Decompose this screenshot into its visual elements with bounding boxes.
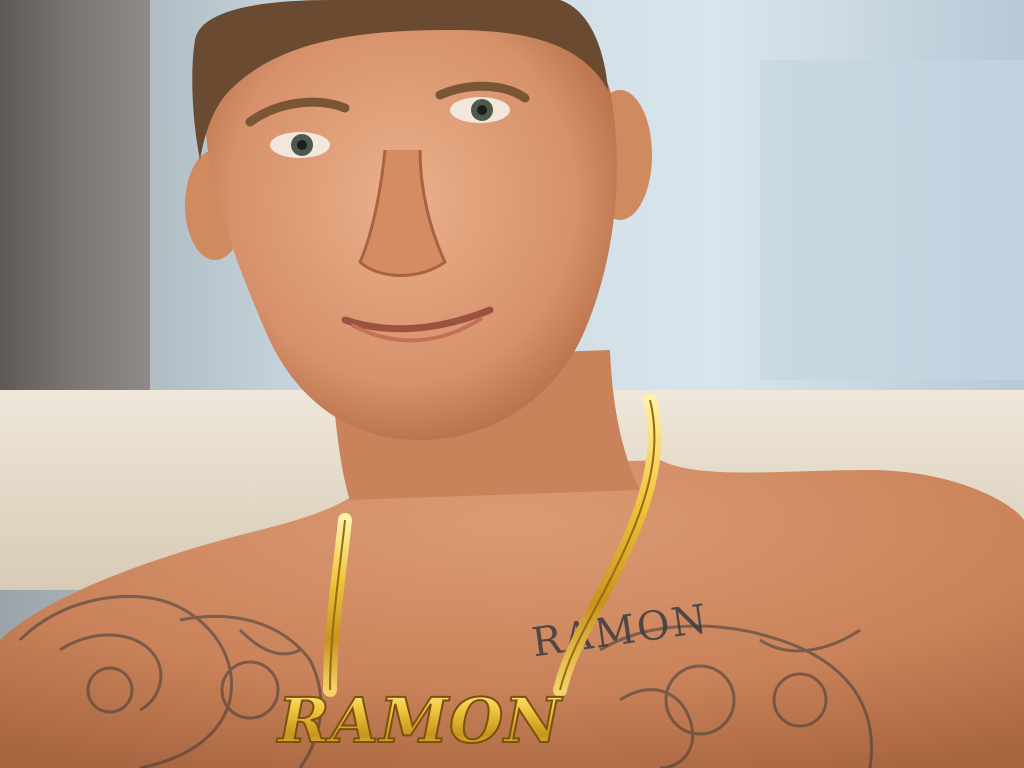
eye-left — [270, 132, 330, 158]
curtain — [0, 0, 150, 420]
portrait-illustration: RAMON RAMON — [0, 0, 1024, 768]
gold-pendant-text: RAMON — [276, 684, 563, 757]
photo-scene: RAMON RAMON — [0, 0, 1024, 768]
window-pane — [760, 60, 1024, 380]
eye-right — [450, 97, 510, 123]
